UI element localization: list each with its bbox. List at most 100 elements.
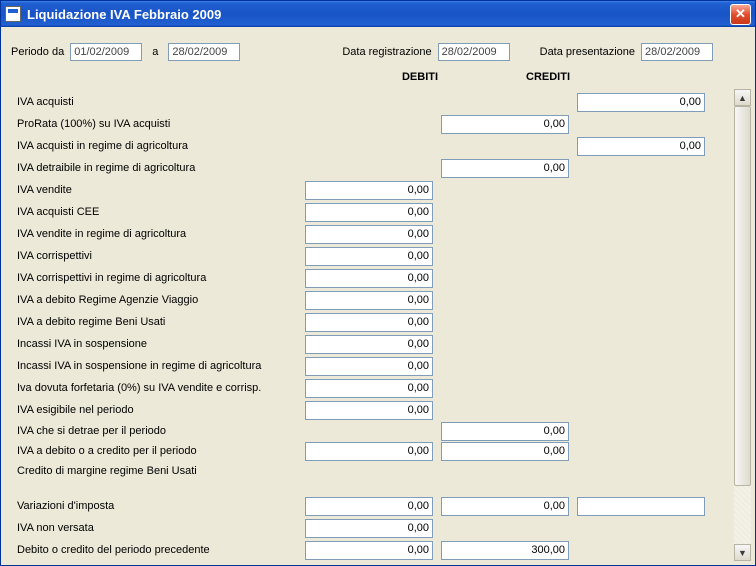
a-label: a bbox=[152, 46, 158, 58]
crediti-iva_deb_cred_periodo-cell bbox=[441, 442, 569, 461]
debiti-iva_dovuta_forf-input[interactable] bbox=[305, 379, 433, 398]
crediti-deb_cred_periodo_prec-input[interactable] bbox=[441, 541, 569, 560]
header-row: Periodo da a Data registrazione Data pre… bbox=[1, 27, 755, 67]
columns-header: DEBITI CREDITI bbox=[1, 67, 755, 89]
row-label: Credito di margine regime Beni Usati bbox=[17, 465, 305, 477]
row-label: IVA acquisti bbox=[17, 96, 305, 108]
row-iva-esigibile: IVA esigibile nel periodo bbox=[17, 399, 726, 421]
debiti-iva_acq_cee-input[interactable] bbox=[305, 203, 433, 222]
vertical-scrollbar[interactable]: ▲ ▼ bbox=[734, 89, 751, 561]
debiti-incassi_iva_sosp-input[interactable] bbox=[305, 335, 433, 354]
row-label: IVA non versata bbox=[17, 522, 305, 534]
row-incassi-iva-sosp: Incassi IVA in sospensione bbox=[17, 333, 726, 355]
extra-incassi_iva_sosp-cell bbox=[577, 335, 705, 354]
debiti-iva_corrispettivi_agri-input[interactable] bbox=[305, 269, 433, 288]
row-label: Variazioni d'imposta bbox=[17, 500, 305, 512]
scroll-thumb[interactable] bbox=[734, 106, 751, 486]
app-icon bbox=[5, 6, 21, 22]
extra-credito_margine_beni-cell bbox=[577, 462, 705, 481]
debiti-iva_non_versata-cell bbox=[305, 519, 433, 538]
extra-iva_acq_cee-cell bbox=[577, 203, 705, 222]
crediti-prorata-input[interactable] bbox=[441, 115, 569, 134]
extra-iva_deb_agenzie-cell bbox=[577, 291, 705, 310]
row-iva-detr-agricoltura: IVA detraibile in regime di agricoltura bbox=[17, 157, 726, 179]
rows-list: IVA acquisti ProRata (100%) su IVA acquis… bbox=[5, 89, 732, 561]
debiti-iva_deb_beni_usati-input[interactable] bbox=[305, 313, 433, 332]
close-icon[interactable]: ✕ bbox=[730, 4, 751, 25]
data-registrazione-input[interactable] bbox=[438, 43, 510, 61]
crediti-deb_cred_periodo_prec-cell bbox=[441, 541, 569, 560]
debiti-iva_dovuta_forf-cell bbox=[305, 379, 433, 398]
row-label: IVA a debito regime Beni Usati bbox=[17, 316, 305, 328]
row-label: IVA che si detrae per il periodo bbox=[17, 425, 305, 437]
scroll-down-button[interactable]: ▼ bbox=[734, 544, 751, 561]
debiti-iva_corrispettivi-input[interactable] bbox=[305, 247, 433, 266]
crediti-iva_detrae-input[interactable] bbox=[441, 422, 569, 441]
row-iva-non-versata: IVA non versata bbox=[17, 517, 726, 539]
periodo-da-label: Periodo da bbox=[11, 46, 64, 58]
extra-iva_corrispettivi-cell bbox=[577, 247, 705, 266]
debiti-incassi_iva_sosp_agri-input[interactable] bbox=[305, 357, 433, 376]
row-variazioni-imposta: Variazioni d'imposta bbox=[17, 495, 726, 517]
extra-variazioni_imposta-input[interactable] bbox=[577, 497, 705, 516]
scroll-area: IVA acquisti ProRata (100%) su IVA acquis… bbox=[5, 89, 751, 561]
crediti-incassi_iva_sosp-cell bbox=[441, 335, 569, 354]
debiti-iva_deb_cred_periodo-input[interactable] bbox=[305, 442, 433, 461]
extra-iva_deb_beni_usati-cell bbox=[577, 313, 705, 332]
row-prorata: ProRata (100%) su IVA acquisti bbox=[17, 113, 726, 135]
row-label: IVA a debito Regime Agenzie Viaggio bbox=[17, 294, 305, 306]
row-iva-corrispettivi-agri: IVA corrispettivi in regime di agricoltu… bbox=[17, 267, 726, 289]
row-label: ProRata (100%) su IVA acquisti bbox=[17, 118, 305, 130]
row-iva-deb-agenzie: IVA a debito Regime Agenzie Viaggio bbox=[17, 289, 726, 311]
row-label: IVA corrispettivi bbox=[17, 250, 305, 262]
extra-iva_acq_agricoltura-input[interactable] bbox=[577, 137, 705, 156]
crediti-iva_acq_cee-cell bbox=[441, 203, 569, 222]
debiti-incassi_iva_sosp_agri-cell bbox=[305, 357, 433, 376]
crediti-variazioni_imposta-input[interactable] bbox=[441, 497, 569, 516]
crediti-iva_acquisti-cell bbox=[441, 93, 569, 112]
crediti-iva_corrispettivi_agri-cell bbox=[441, 269, 569, 288]
crediti-iva_detr_agricoltura-input[interactable] bbox=[441, 159, 569, 178]
data-registrazione-label: Data registrazione bbox=[342, 46, 431, 58]
debiti-iva_vendite_agri-input[interactable] bbox=[305, 225, 433, 244]
periodo-da-input[interactable] bbox=[70, 43, 142, 61]
window-title: Liquidazione IVA Febbraio 2009 bbox=[27, 7, 730, 22]
scroll-up-button[interactable]: ▲ bbox=[734, 89, 751, 106]
row-label: IVA vendite in regime di agricoltura bbox=[17, 228, 305, 240]
crediti-iva_deb_beni_usati-cell bbox=[441, 313, 569, 332]
crediti-iva_vendite-cell bbox=[441, 181, 569, 200]
debiti-iva_vendite_agri-cell bbox=[305, 225, 433, 244]
titlebar[interactable]: Liquidazione IVA Febbraio 2009 ✕ bbox=[1, 1, 755, 27]
debiti-iva_deb_cred_periodo-cell bbox=[305, 442, 433, 461]
row-label: IVA vendite bbox=[17, 184, 305, 196]
crediti-iva_deb_cred_periodo-input[interactable] bbox=[441, 442, 569, 461]
data-presentazione-label: Data presentazione bbox=[540, 46, 635, 58]
debiti-deb_cred_periodo_prec-input[interactable] bbox=[305, 541, 433, 560]
row-iva-acq-cee: IVA acquisti CEE bbox=[17, 201, 726, 223]
debiti-variazioni_imposta-input[interactable] bbox=[305, 497, 433, 516]
extra-iva_corrispettivi_agri-cell bbox=[577, 269, 705, 288]
scroll-track[interactable] bbox=[734, 106, 751, 544]
debiti-iva_deb_agenzie-input[interactable] bbox=[305, 291, 433, 310]
extra-iva_acquisti-input[interactable] bbox=[577, 93, 705, 112]
row-label: IVA acquisti CEE bbox=[17, 206, 305, 218]
debiti-iva_non_versata-input[interactable] bbox=[305, 519, 433, 538]
extra-deb_cred_periodo_prec-cell bbox=[577, 541, 705, 560]
row-spacer bbox=[17, 481, 726, 495]
row-label: IVA acquisti in regime di agricoltura bbox=[17, 140, 305, 152]
row-label: Incassi IVA in sospensione bbox=[17, 338, 305, 350]
crediti-iva_detr_agricoltura-cell bbox=[441, 159, 569, 178]
row-label: IVA a debito o a credito per il periodo bbox=[17, 445, 305, 457]
extra-iva_acquisti-cell bbox=[577, 93, 705, 112]
debiti-iva_vendite-input[interactable] bbox=[305, 181, 433, 200]
row-iva-vendite-agri: IVA vendite in regime di agricoltura bbox=[17, 223, 726, 245]
debiti-iva_esigibile-input[interactable] bbox=[305, 401, 433, 420]
debiti-iva_vendite-cell bbox=[305, 181, 433, 200]
debiti-iva_corrispettivi-cell bbox=[305, 247, 433, 266]
debiti-iva_detrae-cell bbox=[305, 422, 433, 441]
periodo-a-input[interactable] bbox=[168, 43, 240, 61]
data-presentazione-input[interactable] bbox=[641, 43, 713, 61]
row-iva-corrispettivi: IVA corrispettivi bbox=[17, 245, 726, 267]
crediti-iva_corrispettivi-cell bbox=[441, 247, 569, 266]
window-liquidazione-iva: Liquidazione IVA Febbraio 2009 ✕ Periodo… bbox=[0, 0, 756, 566]
